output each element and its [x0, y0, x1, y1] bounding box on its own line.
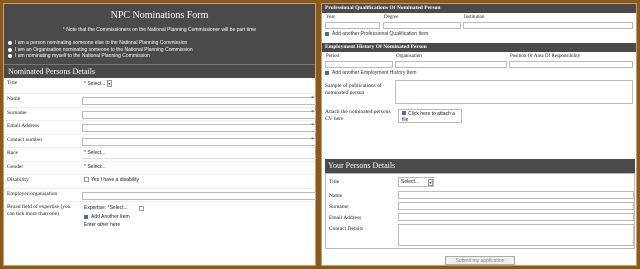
- email-row: Email Address *: [4, 121, 316, 135]
- race-select-underline: [82, 151, 316, 159]
- ypd-email-input[interactable]: [398, 213, 634, 221]
- eh-period-input[interactable]: [325, 61, 393, 68]
- add-icon: [84, 214, 88, 219]
- disability-checkbox[interactable]: Yes I have a disability: [84, 177, 139, 183]
- disability-row: Disability Yes I have a disability: [4, 175, 315, 189]
- chevron-down-icon[interactable]: ▾: [428, 179, 433, 186]
- broad-field-label: Broad field of expertise (you can tick m…: [7, 204, 71, 217]
- radio-circle-icon[interactable]: [8, 54, 12, 59]
- required-mark: *: [311, 96, 314, 102]
- radio-circle-icon[interactable]: [8, 47, 12, 52]
- pq-institution-input[interactable]: [463, 22, 633, 29]
- name-row: Name *: [4, 94, 316, 108]
- ypd-name-label: Name: [329, 193, 343, 199]
- expertise-checkbox[interactable]: [139, 206, 144, 211]
- ypd-contact-textarea[interactable]: [398, 224, 634, 246]
- email-input[interactable]: [82, 124, 316, 132]
- eh-position-label: Position Or Area Of Responsibility: [510, 54, 581, 59]
- employer-label: Employer/organisation: [7, 190, 58, 197]
- surname-row: Surname *: [4, 108, 316, 121]
- ypd-surname-label: Surname: [329, 204, 349, 210]
- gender-select[interactable]: * Select...: [84, 164, 105, 170]
- contact-input[interactable]: [82, 137, 316, 146]
- ypd-contact-label: Contact Details: [329, 226, 364, 232]
- submit-button[interactable]: Submit my application: [445, 256, 515, 265]
- pq-year-label: Year: [326, 15, 336, 20]
- your-persons-heading: Your Persons Details: [325, 159, 635, 173]
- part-time-note: * Note that the Commissioners on the Nat…: [4, 24, 315, 38]
- attach-icon: [402, 111, 406, 115]
- ypd-name-input[interactable]: [398, 191, 634, 199]
- eh-heading: Employment History Of Nominated Person: [322, 43, 636, 52]
- attach-file-button[interactable]: Click here to attach a file: [398, 109, 462, 123]
- cv-row: Attach the nominated persons CV here Cli…: [322, 108, 636, 126]
- cv-label: Attach the nominated persons CV here: [325, 109, 391, 122]
- required-mark: *: [311, 123, 314, 129]
- title-label: Title: [7, 80, 18, 86]
- name-input[interactable]: [82, 97, 316, 105]
- employer-row: Employer/organisation: [4, 189, 316, 202]
- employer-input[interactable]: [82, 191, 316, 200]
- required-mark: *: [311, 109, 314, 116]
- ypd-title-label: Title: [329, 179, 340, 185]
- sample-publications-row: Sample of publications of nominated pers…: [322, 78, 636, 108]
- disability-label: Disability: [7, 177, 29, 183]
- email-label: Email Address: [7, 123, 40, 129]
- race-label: Race: [7, 150, 18, 156]
- pq-degree-input[interactable]: [383, 22, 461, 29]
- ypd-surname-input[interactable]: [398, 202, 634, 210]
- name-label: Name: [7, 96, 21, 102]
- pq-institution-label: Institution: [464, 15, 485, 20]
- enter-other-field[interactable]: Enter other here: [84, 222, 120, 228]
- ypd-email-label: Email Address: [329, 215, 362, 221]
- pq-year-input[interactable]: [325, 22, 380, 29]
- radio-myself[interactable]: I am nominating myself to the National P…: [8, 53, 311, 60]
- surname-input[interactable]: [82, 110, 316, 119]
- radio-circle-icon[interactable]: [8, 41, 12, 46]
- ypd-title-select[interactable]: Select... ▾: [398, 177, 434, 187]
- eh-columns: Period Organisation Position Or Area Of …: [322, 52, 636, 69]
- title-row: Title * Select... ▾: [4, 78, 315, 94]
- add-qualification-link[interactable]: Add another Professional Qualification I…: [322, 30, 636, 39]
- chevron-down-icon[interactable]: ▾: [106, 80, 112, 87]
- required-mark: *: [311, 136, 314, 143]
- race-row: Race * Select...: [4, 148, 316, 162]
- qualifications-panel: Professional Qualifications Of Nominated…: [321, 3, 637, 266]
- gender-row: Gender * Select...: [4, 162, 315, 175]
- title-select[interactable]: * Select... ▾: [84, 80, 112, 87]
- add-another-item-link[interactable]: Add Another Item: [84, 214, 130, 220]
- expertise-row: Broad field of expertise (you can tick m…: [4, 202, 315, 242]
- expertise-select[interactable]: Expertise: *Select...: [84, 205, 128, 211]
- eh-organisation-input[interactable]: [395, 61, 507, 68]
- add-icon: [325, 31, 329, 36]
- surname-label: Surname: [7, 109, 27, 116]
- add-icon: [325, 70, 329, 75]
- contact-label: Contact number: [7, 136, 43, 143]
- nominated-persons-heading: Nominated Persons Details: [4, 64, 315, 78]
- eh-position-input[interactable]: [509, 61, 633, 68]
- gender-label: Gender: [7, 163, 24, 170]
- contact-row: Contact number *: [4, 135, 316, 148]
- nominator-type-radios: I am a person nominating someone else to…: [4, 38, 315, 64]
- your-persons-body: Title Select... ▾ Name Surname Email Addr…: [325, 173, 635, 249]
- add-employment-link[interactable]: Add another Employment History Item: [322, 69, 636, 78]
- pq-degree-label: Degree: [384, 15, 399, 20]
- pq-columns: Year Degree Institution: [322, 13, 636, 30]
- checkbox-icon[interactable]: [84, 177, 89, 183]
- pq-heading: Professional Qualifications Of Nominated…: [322, 4, 636, 13]
- form-title: NPC Nominations Form: [4, 4, 315, 24]
- eh-organisation-label: Organisation: [396, 54, 422, 59]
- sample-publications-label: Sample of publications of nominated pers…: [325, 83, 382, 96]
- nomination-form-panel: NPC Nominations Form * Note that the Com…: [3, 3, 316, 266]
- sample-publications-textarea[interactable]: [395, 80, 633, 104]
- eh-period-label: Period: [326, 54, 340, 59]
